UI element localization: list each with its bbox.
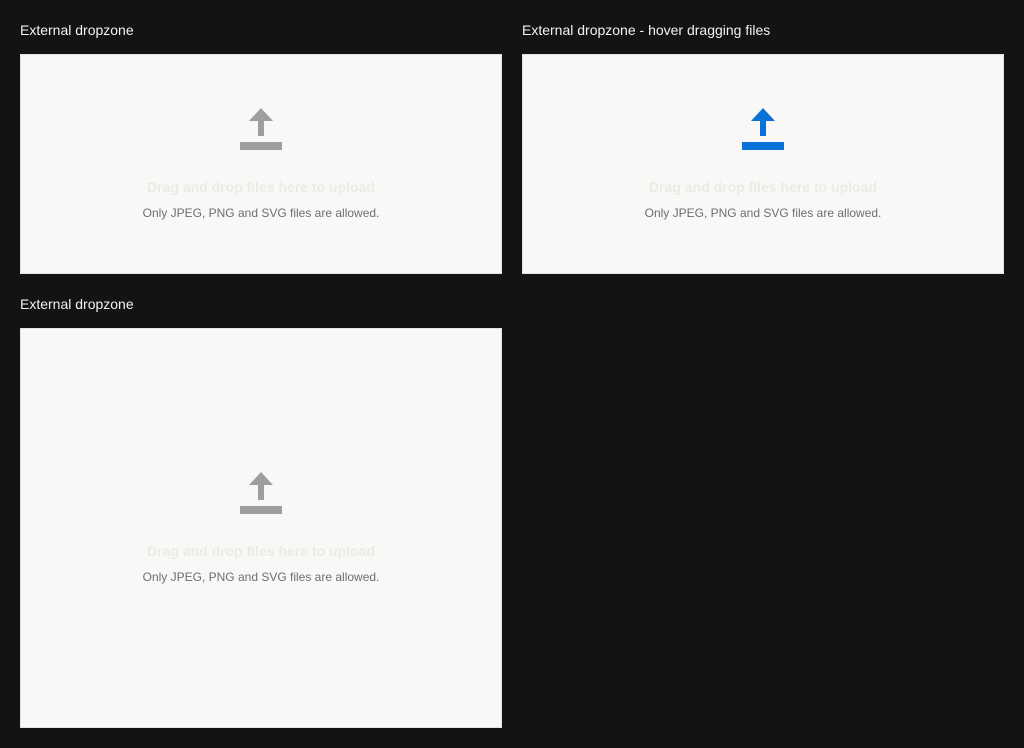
dropzone-content: Drag and drop files here to upload Only … xyxy=(21,108,501,220)
section-title: External dropzone - hover dragging files xyxy=(522,22,771,38)
file-dropzone-hover[interactable]: Drag and drop files here to upload Only … xyxy=(522,54,1004,274)
dropzone-secondary-text: Only JPEG, PNG and SVG files are allowed… xyxy=(142,206,380,220)
dropzone-content: Drag and drop files here to upload Only … xyxy=(21,472,501,584)
dropzone-primary-text: Drag and drop files here to upload xyxy=(147,179,375,195)
upload-icon xyxy=(240,472,282,514)
upload-icon xyxy=(742,108,784,150)
section-title: External dropzone xyxy=(20,22,134,38)
section-title: External dropzone xyxy=(20,296,134,312)
dropzone-primary-text: Drag and drop files here to upload xyxy=(649,179,877,195)
dropzone-content: Drag and drop files here to upload Only … xyxy=(523,108,1003,220)
upload-icon xyxy=(240,108,282,150)
dropzone-secondary-text: Only JPEG, PNG and SVG files are allowed… xyxy=(142,570,380,584)
dropzone-secondary-text: Only JPEG, PNG and SVG files are allowed… xyxy=(644,206,882,220)
file-dropzone-large[interactable]: Drag and drop files here to upload Only … xyxy=(20,328,502,728)
file-dropzone[interactable]: Drag and drop files here to upload Only … xyxy=(20,54,502,274)
dropzone-primary-text: Drag and drop files here to upload xyxy=(147,543,375,559)
